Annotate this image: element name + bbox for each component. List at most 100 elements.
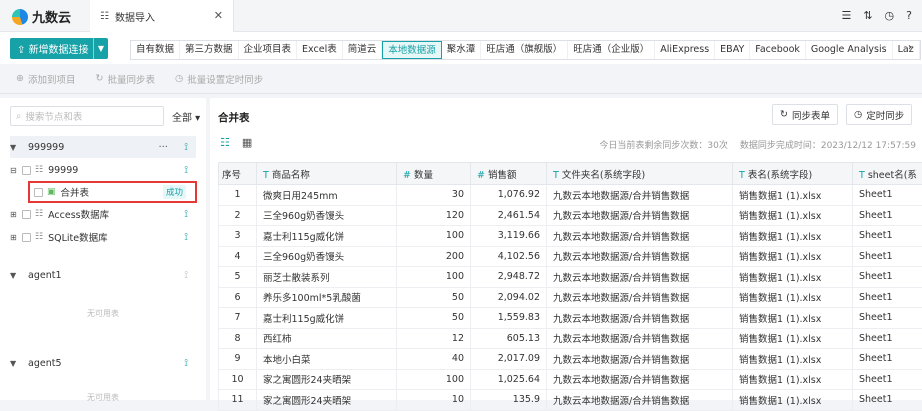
sort-icon[interactable]: ⇅ [863,9,872,22]
source-tab[interactable]: 聚水潭 [442,41,482,59]
batch-sync-button[interactable]: ↻批量同步表 [89,69,160,89]
source-tab[interactable]: 企业项目表 [239,41,298,59]
source-tab[interactable]: Excel表 [297,41,343,59]
tree-group-header[interactable]: ▼ 999999 ··· ⟟ [10,136,196,158]
source-tab[interactable]: 第三方数据 [180,41,239,59]
table-cell: 2,017.09 [471,349,547,370]
source-tab[interactable]: 自有数据 [131,41,180,59]
text-type-icon: T [859,170,865,181]
list-icon[interactable]: ☰ [841,9,851,22]
run-icon[interactable]: ⟟ [184,142,188,153]
add-to-project-label: 添加到项目 [28,72,76,86]
column-header-label: 数量 [414,170,433,181]
collapse-icon[interactable]: ⊟ [10,166,22,175]
add-connection-button[interactable]: ⇪ 新增数据连接 ▼ [10,38,108,59]
table-cell: 九数云本地数据源/合并销售数据 [547,185,733,206]
run-icon[interactable]: ⟟ [184,358,188,369]
chevron-right-icon[interactable]: › [908,42,912,53]
table-cell: Sheet1 [853,287,922,308]
data-table: 序号T商品名称#数量#销售额T文件夹名(系统字段)T表名(系统字段)Tsheet… [218,162,922,411]
table-view-icon[interactable]: ▦ [242,136,252,149]
source-tab[interactable]: 简道云 [343,41,383,59]
table-cell: 嘉士利115g威化饼 [257,308,397,329]
checkbox[interactable] [22,166,31,175]
table-cell: 6 [219,287,257,308]
table-cell: 九数云本地数据源/合并销售数据 [547,246,733,267]
tree-node-99999[interactable]: ⊟ ☷ 99999 ⟟ [10,159,196,181]
checkbox[interactable] [22,233,31,242]
table-row[interactable]: 7嘉士利115g威化饼501,559.83九数云本地数据源/合并销售数据销售数据… [219,308,922,329]
source-tab[interactable]: EBAY [715,41,750,59]
tree-group-header[interactable]: ▼ agent5 ⟟ [10,352,196,374]
caret-down-icon[interactable]: ▼ [10,143,22,152]
table-cell: 50 [397,287,471,308]
run-icon[interactable]: ⟟ [184,270,188,281]
table-row[interactable]: 10家之寓圆形24夹晒架1001,025.64九数云本地数据源/合并销售数据销售… [219,369,922,390]
table-row[interactable]: 3嘉士利115g威化饼1003,119.66九数云本地数据源/合并销售数据销售数… [219,226,922,247]
table-row[interactable]: 4三全960g奶香馒头2004,102.56九数云本地数据源/合并销售数据销售数… [219,246,922,267]
clock-icon[interactable]: ◷ [885,9,895,22]
column-header[interactable]: Tsheet名(系 [853,163,922,185]
source-tab[interactable]: Laz [893,41,920,59]
source-tab[interactable]: 旺店通（企业版） [568,41,655,59]
table-row[interactable]: 2三全960g奶香馒头1202,461.54九数云本地数据源/合并销售数据销售数… [219,205,922,226]
expand-icon[interactable]: ⊞ [10,233,22,242]
expand-icon[interactable]: ⊞ [10,210,22,219]
tree-group-header[interactable]: ▼ agent1 ⟟ [10,264,196,286]
close-icon[interactable]: ✕ [214,9,223,22]
column-header[interactable]: T商品名称 [257,163,397,185]
table-row[interactable]: 6养乐多100ml*5乳酸菌502,094.02九数云本地数据源/合并销售数据销… [219,287,922,308]
table-cell: 120 [397,205,471,226]
table-row[interactable]: 9本地小白菜402,017.09九数云本地数据源/合并销售数据销售数据1 (1)… [219,349,922,370]
tab-label: 数据导入 [115,9,155,24]
caret-down-icon[interactable]: ▼ [10,359,22,368]
tree-node-sqlite[interactable]: ⊞ ☷ SQLite数据库 ⟟ [10,226,196,248]
run-icon[interactable]: ⟟ [184,232,188,243]
source-tab[interactable]: Facebook [750,41,806,59]
table-cell: 2 [219,205,257,226]
help-icon[interactable]: ? [906,9,912,22]
tab-data-import[interactable]: ☷ 数据导入 ✕ [90,0,234,32]
chevron-down-icon[interactable]: ▼ [93,38,108,59]
source-tab[interactable]: Google Analysis [806,41,893,59]
column-header-label: 序号 [222,170,241,181]
table-row[interactable]: 5丽芝士散装系列1002,948.72九数云本地数据源/合并销售数据销售数据1 … [219,267,922,288]
table-cell: 3,119.66 [471,226,547,247]
more-icon[interactable]: ··· [158,142,168,153]
table-row[interactable]: 1微爽日用245mm301,076.92九数云本地数据源/合并销售数据销售数据1… [219,185,922,206]
column-header-label: sheet名(系 [868,170,917,181]
run-icon[interactable]: ⟟ [184,165,188,176]
table-row[interactable]: 8西红柿12605.13九数云本地数据源/合并销售数据销售数据1 (1).xls… [219,328,922,349]
timed-sync-button[interactable]: ◷定时同步 [846,104,912,125]
tree-node-label: SQLite数据库 [48,230,196,244]
column-header-label: 商品名称 [272,170,310,181]
table-cell: 销售数据1 (1).xlsx [733,205,853,226]
column-header[interactable]: 序号 [219,163,257,185]
source-tab[interactable]: AliExpress [655,41,715,59]
tree-node-access[interactable]: ⊞ ☷ Access数据库 ⟟ [10,203,196,225]
page-title: 合并表 [218,110,250,125]
grid-view-icon[interactable]: ☷ [220,136,230,149]
remaining-sync-count: 今日当前表剩余同步次数：30次 [599,138,727,151]
sync-table-button[interactable]: ↻同步表单 [772,104,838,125]
filter-select-label: 全部 [172,113,192,124]
run-icon[interactable]: ⟟ [184,209,188,220]
column-header[interactable]: #销售额 [471,163,547,185]
batch-timed-sync-button[interactable]: ◷批量设置定时同步 [169,69,269,89]
column-header[interactable]: #数量 [397,163,471,185]
search-icon: ⌕ [16,111,21,122]
upload-icon: ⇪ [17,45,29,56]
app-logo[interactable]: 九数云 [12,7,71,26]
table-cell: Sheet1 [853,349,922,370]
search-input[interactable]: ⌕ 搜索节点和表 [10,106,164,126]
table-cell: 九数云本地数据源/合并销售数据 [547,369,733,390]
source-tab[interactable]: 本地数据源 [382,41,442,59]
filter-select[interactable]: 全部 ▾ [172,109,200,124]
table-cell: 九数云本地数据源/合并销售数据 [547,267,733,288]
add-to-project-button[interactable]: ⊕添加到项目 [10,69,81,89]
source-tab[interactable]: 旺店通（旗舰版） [481,41,568,59]
caret-down-icon[interactable]: ▼ [10,271,22,280]
checkbox[interactable] [22,210,31,219]
column-header[interactable]: T文件夹名(系统字段) [547,163,733,185]
column-header[interactable]: T表名(系统字段) [733,163,853,185]
